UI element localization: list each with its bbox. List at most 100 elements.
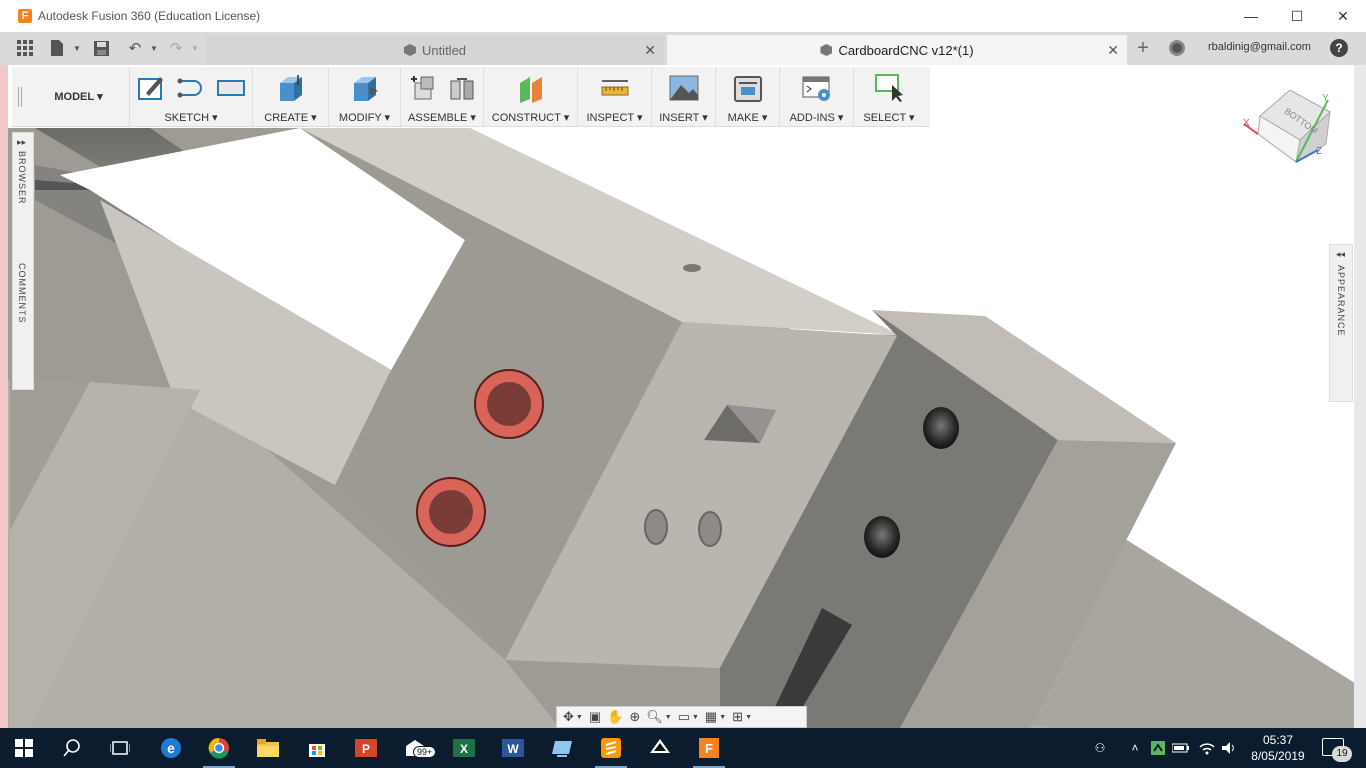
user-account[interactable]: rbaldinig@gmail.com [1208, 41, 1311, 53]
group-sketch: SKETCH ▾ [130, 67, 253, 126]
remote-desktop-icon[interactable] [544, 732, 580, 764]
people-icon[interactable]: ⚇ [1090, 728, 1110, 768]
data-panel-grid-icon[interactable] [16, 39, 34, 57]
show-hidden-icons-chevron-icon[interactable]: ˄ [1126, 728, 1144, 768]
job-status-icon[interactable] [1169, 40, 1185, 56]
zoom-icon[interactable]: ⊕ [627, 708, 642, 726]
close-tab-icon[interactable]: ✕ [644, 42, 656, 59]
insert-menu[interactable]: INSERT ▾ [659, 111, 708, 124]
pan-icon[interactable]: ✋ [605, 708, 625, 726]
create-menu[interactable]: CREATE ▾ [264, 111, 316, 124]
group-select: SELECT ▾ [854, 67, 924, 126]
tab-cardboardcnc[interactable]: CardboardCNC v12*(1) ✕ [667, 35, 1127, 65]
inspect-menu[interactable]: INSPECT ▾ [586, 111, 642, 124]
fit-icon[interactable]: 🔍︎ ▼ [644, 708, 673, 726]
undo-icon[interactable]: ↶ [126, 39, 144, 57]
3d-print-icon[interactable] [733, 73, 763, 103]
viewports-icon[interactable]: ⊞ ▼ [730, 708, 754, 726]
save-icon[interactable] [92, 39, 110, 57]
assemble-menu[interactable]: ASSEMBLE ▾ [408, 111, 476, 124]
create-sketch-icon[interactable] [136, 73, 166, 103]
chrome-browser-icon[interactable] [201, 732, 237, 768]
svg-text:e: e [167, 740, 175, 756]
toolbar-grip[interactable] [12, 67, 28, 126]
measure-icon[interactable] [600, 73, 630, 103]
group-create: CREATE ▾ [253, 67, 329, 126]
file-dropdown-chevron-icon[interactable]: ▼ [68, 39, 86, 57]
appearance-panel: ◂◂ APPEARANCE [1329, 244, 1353, 402]
redo-icon[interactable]: ↷ [167, 39, 185, 57]
svg-text:F: F [705, 741, 713, 756]
mail-inbox-icon[interactable]: 99+ [397, 732, 437, 764]
model-render [0, 128, 1366, 728]
canvas-scrollbar[interactable] [1354, 65, 1366, 728]
add-ins-menu[interactable]: ADD-INS ▾ [790, 111, 844, 124]
workspace-switcher[interactable]: MODEL ▾ [28, 67, 130, 126]
windows-start-icon[interactable] [6, 732, 42, 764]
comments-panel-tab[interactable]: COMMENTS [17, 263, 27, 324]
clock-time: 05:37 [1262, 733, 1294, 747]
maximize-button[interactable]: ☐ [1274, 0, 1320, 32]
microsoft-store-icon[interactable] [299, 732, 335, 764]
add-ins-label: ADD-INS [789, 112, 835, 124]
fusion360-taskbar-icon[interactable]: F [691, 732, 727, 768]
browser-panel-tab[interactable]: BROWSER [17, 151, 27, 205]
system-clock[interactable]: 05:37 8/05/2019 [1248, 732, 1308, 764]
appearance-panel-tab[interactable]: APPEARANCE [1336, 265, 1346, 337]
undo-dropdown-chevron-icon[interactable]: ▼ [145, 39, 163, 57]
view-cube[interactable]: BOTTOM X Y Z [1238, 89, 1338, 170]
press-pull-icon[interactable] [350, 73, 380, 103]
rectangle-tool-icon[interactable] [216, 73, 246, 103]
joint-icon[interactable] [447, 73, 477, 103]
insert-image-icon[interactable] [669, 73, 699, 103]
powerpoint-icon[interactable]: P [348, 732, 384, 764]
group-make: MAKE ▾ [716, 67, 780, 126]
volume-icon[interactable] [1220, 728, 1238, 768]
look-at-icon[interactable]: ▣ [587, 708, 603, 726]
group-construct: CONSTRUCT ▾ [484, 67, 578, 126]
group-insert: INSERT ▾ [652, 67, 716, 126]
task-view-icon[interactable] [102, 732, 138, 764]
file-menu-icon[interactable] [48, 39, 66, 57]
new-tab-button[interactable]: + [1131, 37, 1155, 61]
excel-icon[interactable]: X [446, 732, 482, 764]
tab-label: Untitled [421, 42, 467, 58]
expand-panel-icon[interactable]: ▸▸ [17, 137, 26, 148]
viewport-canvas[interactable] [0, 65, 1366, 728]
close-tab-icon[interactable]: ✕ [1107, 42, 1119, 59]
tray-app-icon[interactable] [1150, 728, 1166, 768]
line-tool-icon[interactable] [176, 73, 206, 103]
scripts-add-ins-icon[interactable] [802, 73, 832, 103]
file-explorer-icon[interactable] [250, 732, 286, 764]
select-menu[interactable]: SELECT ▾ [863, 111, 914, 124]
display-settings-icon[interactable]: ▭ ▼ [676, 708, 701, 726]
sketch-menu[interactable]: SKETCH ▾ [164, 111, 217, 124]
tab-untitled[interactable]: Untitled ✕ [206, 35, 664, 65]
grid-settings-icon[interactable]: ▦ ▼ [703, 708, 728, 726]
select-cursor-icon[interactable] [874, 73, 904, 103]
window-controls: — ☐ ✕ [1228, 0, 1366, 32]
construct-menu[interactable]: CONSTRUCT ▾ [492, 111, 569, 124]
battery-icon[interactable] [1172, 728, 1190, 768]
navigation-bar: ✥ ▼ ▣ ✋ ⊕ 🔍︎ ▼ ▭ ▼ ▦ ▼ ⊞ ▼ [556, 706, 807, 728]
workspace-label: MODEL [54, 90, 95, 103]
search-icon[interactable] [54, 732, 90, 764]
word-icon[interactable]: W [495, 732, 531, 764]
redo-dropdown-chevron-icon[interactable]: ▼ [186, 39, 204, 57]
close-window-button[interactable]: ✕ [1320, 0, 1366, 32]
modify-menu[interactable]: MODIFY ▾ [339, 111, 390, 124]
sublime-text-icon[interactable] [593, 732, 629, 768]
edge-browser-icon[interactable]: e [153, 732, 189, 764]
extrude-icon[interactable] [276, 73, 306, 103]
orbit-icon[interactable]: ✥ ▼ [561, 708, 585, 726]
minimize-button[interactable]: — [1228, 0, 1274, 32]
ribbon-toolbar: MODEL ▾ SKETCH ▾ CREATE ▾ MODIFY ▾ ASSEM… [12, 67, 930, 127]
inkscape-icon[interactable] [642, 732, 678, 764]
wifi-icon[interactable] [1198, 728, 1216, 768]
new-component-icon[interactable] [407, 73, 437, 103]
make-menu[interactable]: MAKE ▾ [728, 111, 768, 124]
collapse-panel-icon[interactable]: ◂◂ [1336, 249, 1345, 260]
tab-bar: ▼ ↶ ▼ ↷ ▼ Untitled ✕ CardboardCNC v12*(1… [0, 32, 1366, 65]
offset-plane-icon[interactable] [516, 73, 546, 103]
help-icon[interactable]: ? [1330, 39, 1348, 57]
